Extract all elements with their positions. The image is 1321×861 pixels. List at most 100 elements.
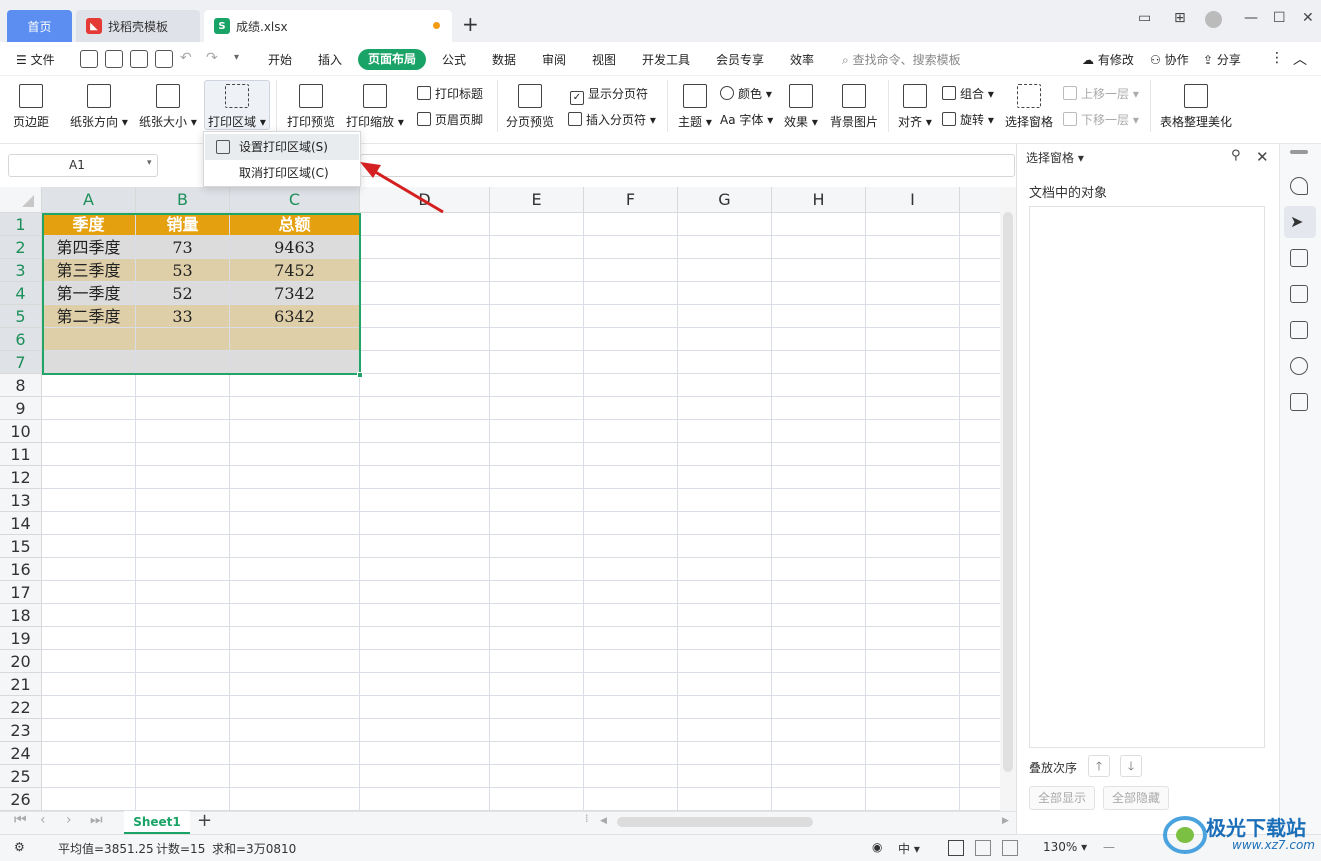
row-header-15[interactable]: 15 <box>0 535 42 558</box>
cell[interactable] <box>678 788 772 811</box>
rotate-button[interactable]: 旋转 ▾ <box>942 111 994 128</box>
cell[interactable] <box>772 604 866 627</box>
cell[interactable] <box>678 374 772 397</box>
cell[interactable] <box>678 581 772 604</box>
cell[interactable] <box>866 604 960 627</box>
collapse-ribbon-icon[interactable]: ︿ <box>1293 49 1307 69</box>
cell[interactable] <box>360 374 490 397</box>
cell[interactable] <box>772 351 866 374</box>
cell[interactable] <box>230 558 360 581</box>
select-all-corner[interactable] <box>0 187 42 213</box>
cell[interactable] <box>678 535 772 558</box>
cell[interactable] <box>490 397 584 420</box>
row-header-22[interactable]: 22 <box>0 696 42 719</box>
cell[interactable] <box>136 558 230 581</box>
spreadsheet-grid[interactable]: ABCDEFGHI 1 2 3 4 5 6 7 8 9 10 11 12 13 14 15 16 17 18 19 2… <box>0 187 1015 811</box>
undo-icon[interactable]: ↶ <box>180 50 192 66</box>
cell[interactable] <box>772 788 866 811</box>
cell[interactable] <box>136 673 230 696</box>
cell[interactable] <box>866 535 960 558</box>
export-pdf-icon[interactable] <box>105 50 123 68</box>
cell[interactable] <box>678 213 772 236</box>
zoom-out-icon[interactable]: — <box>1103 840 1115 854</box>
cell[interactable] <box>230 696 360 719</box>
cell[interactable] <box>772 466 866 489</box>
show-all-button[interactable]: 全部显示 <box>1029 786 1096 810</box>
row-header-2[interactable]: 2 <box>0 236 42 259</box>
move-up-button[interactable]: 🡑 <box>1088 755 1110 777</box>
cell[interactable] <box>584 259 678 282</box>
cell[interactable] <box>772 374 866 397</box>
row-header-4[interactable]: 4 <box>0 282 42 305</box>
cell[interactable] <box>42 558 136 581</box>
cell[interactable] <box>772 535 866 558</box>
cell[interactable] <box>866 374 960 397</box>
cell[interactable] <box>42 374 136 397</box>
column-header-d[interactable]: D <box>360 187 490 213</box>
cell[interactable] <box>678 489 772 512</box>
cell[interactable] <box>772 420 866 443</box>
cell[interactable] <box>584 374 678 397</box>
cell[interactable] <box>678 558 772 581</box>
cell[interactable] <box>584 696 678 719</box>
cell[interactable] <box>584 512 678 535</box>
cell[interactable] <box>772 558 866 581</box>
cell[interactable] <box>360 765 490 788</box>
transform-icon[interactable] <box>1290 285 1308 303</box>
prev-sheet-icon[interactable]: ‹ <box>40 812 46 828</box>
cell[interactable] <box>866 305 960 328</box>
cell[interactable] <box>42 604 136 627</box>
cell[interactable] <box>584 673 678 696</box>
selection-pane-button[interactable]: 选择窗格 <box>1005 84 1053 130</box>
add-sheet-button[interactable]: + <box>197 810 212 831</box>
cell[interactable] <box>136 742 230 765</box>
header-footer-button[interactable]: 页眉页脚 <box>417 111 483 128</box>
avatar[interactable] <box>1205 11 1222 28</box>
cell[interactable] <box>360 512 490 535</box>
row-header-19[interactable]: 19 <box>0 627 42 650</box>
cell[interactable] <box>584 420 678 443</box>
cell[interactable] <box>42 489 136 512</box>
cell[interactable] <box>136 374 230 397</box>
cell[interactable] <box>678 742 772 765</box>
row-header-26[interactable]: 26 <box>0 788 42 811</box>
menu-formulas[interactable]: 公式 <box>442 51 466 68</box>
cell[interactable]: 9463 <box>230 236 360 259</box>
cell[interactable] <box>136 765 230 788</box>
cell[interactable] <box>772 719 866 742</box>
cell[interactable] <box>678 604 772 627</box>
cell[interactable] <box>42 581 136 604</box>
cell[interactable] <box>42 397 136 420</box>
cell[interactable] <box>42 765 136 788</box>
cell[interactable] <box>866 397 960 420</box>
cell[interactable] <box>42 719 136 742</box>
row-header-25[interactable]: 25 <box>0 765 42 788</box>
cell[interactable] <box>490 466 584 489</box>
cell[interactable] <box>490 443 584 466</box>
cell[interactable] <box>230 765 360 788</box>
cell[interactable] <box>584 328 678 351</box>
menu-review[interactable]: 审阅 <box>542 51 566 68</box>
background-image-button[interactable]: 背景图片 <box>830 84 878 130</box>
cell[interactable] <box>136 604 230 627</box>
cell[interactable]: 33 <box>136 305 230 328</box>
margins-button[interactable]: 页边距 <box>13 84 49 130</box>
cell[interactable] <box>490 650 584 673</box>
cell[interactable] <box>230 627 360 650</box>
row-header-8[interactable]: 8 <box>0 374 42 397</box>
cell[interactable] <box>678 719 772 742</box>
cell[interactable] <box>866 213 960 236</box>
cell[interactable]: 53 <box>136 259 230 282</box>
cell[interactable] <box>772 236 866 259</box>
cell[interactable] <box>230 742 360 765</box>
cell[interactable] <box>772 627 866 650</box>
align-button[interactable]: 对齐 ▾ <box>898 84 932 130</box>
print-icon[interactable] <box>130 50 148 68</box>
cell[interactable] <box>866 673 960 696</box>
column-header-h[interactable]: H <box>772 187 866 213</box>
cell[interactable] <box>678 443 772 466</box>
cell[interactable] <box>772 282 866 305</box>
cell[interactable] <box>490 673 584 696</box>
cell[interactable] <box>42 466 136 489</box>
row-header-12[interactable]: 12 <box>0 466 42 489</box>
